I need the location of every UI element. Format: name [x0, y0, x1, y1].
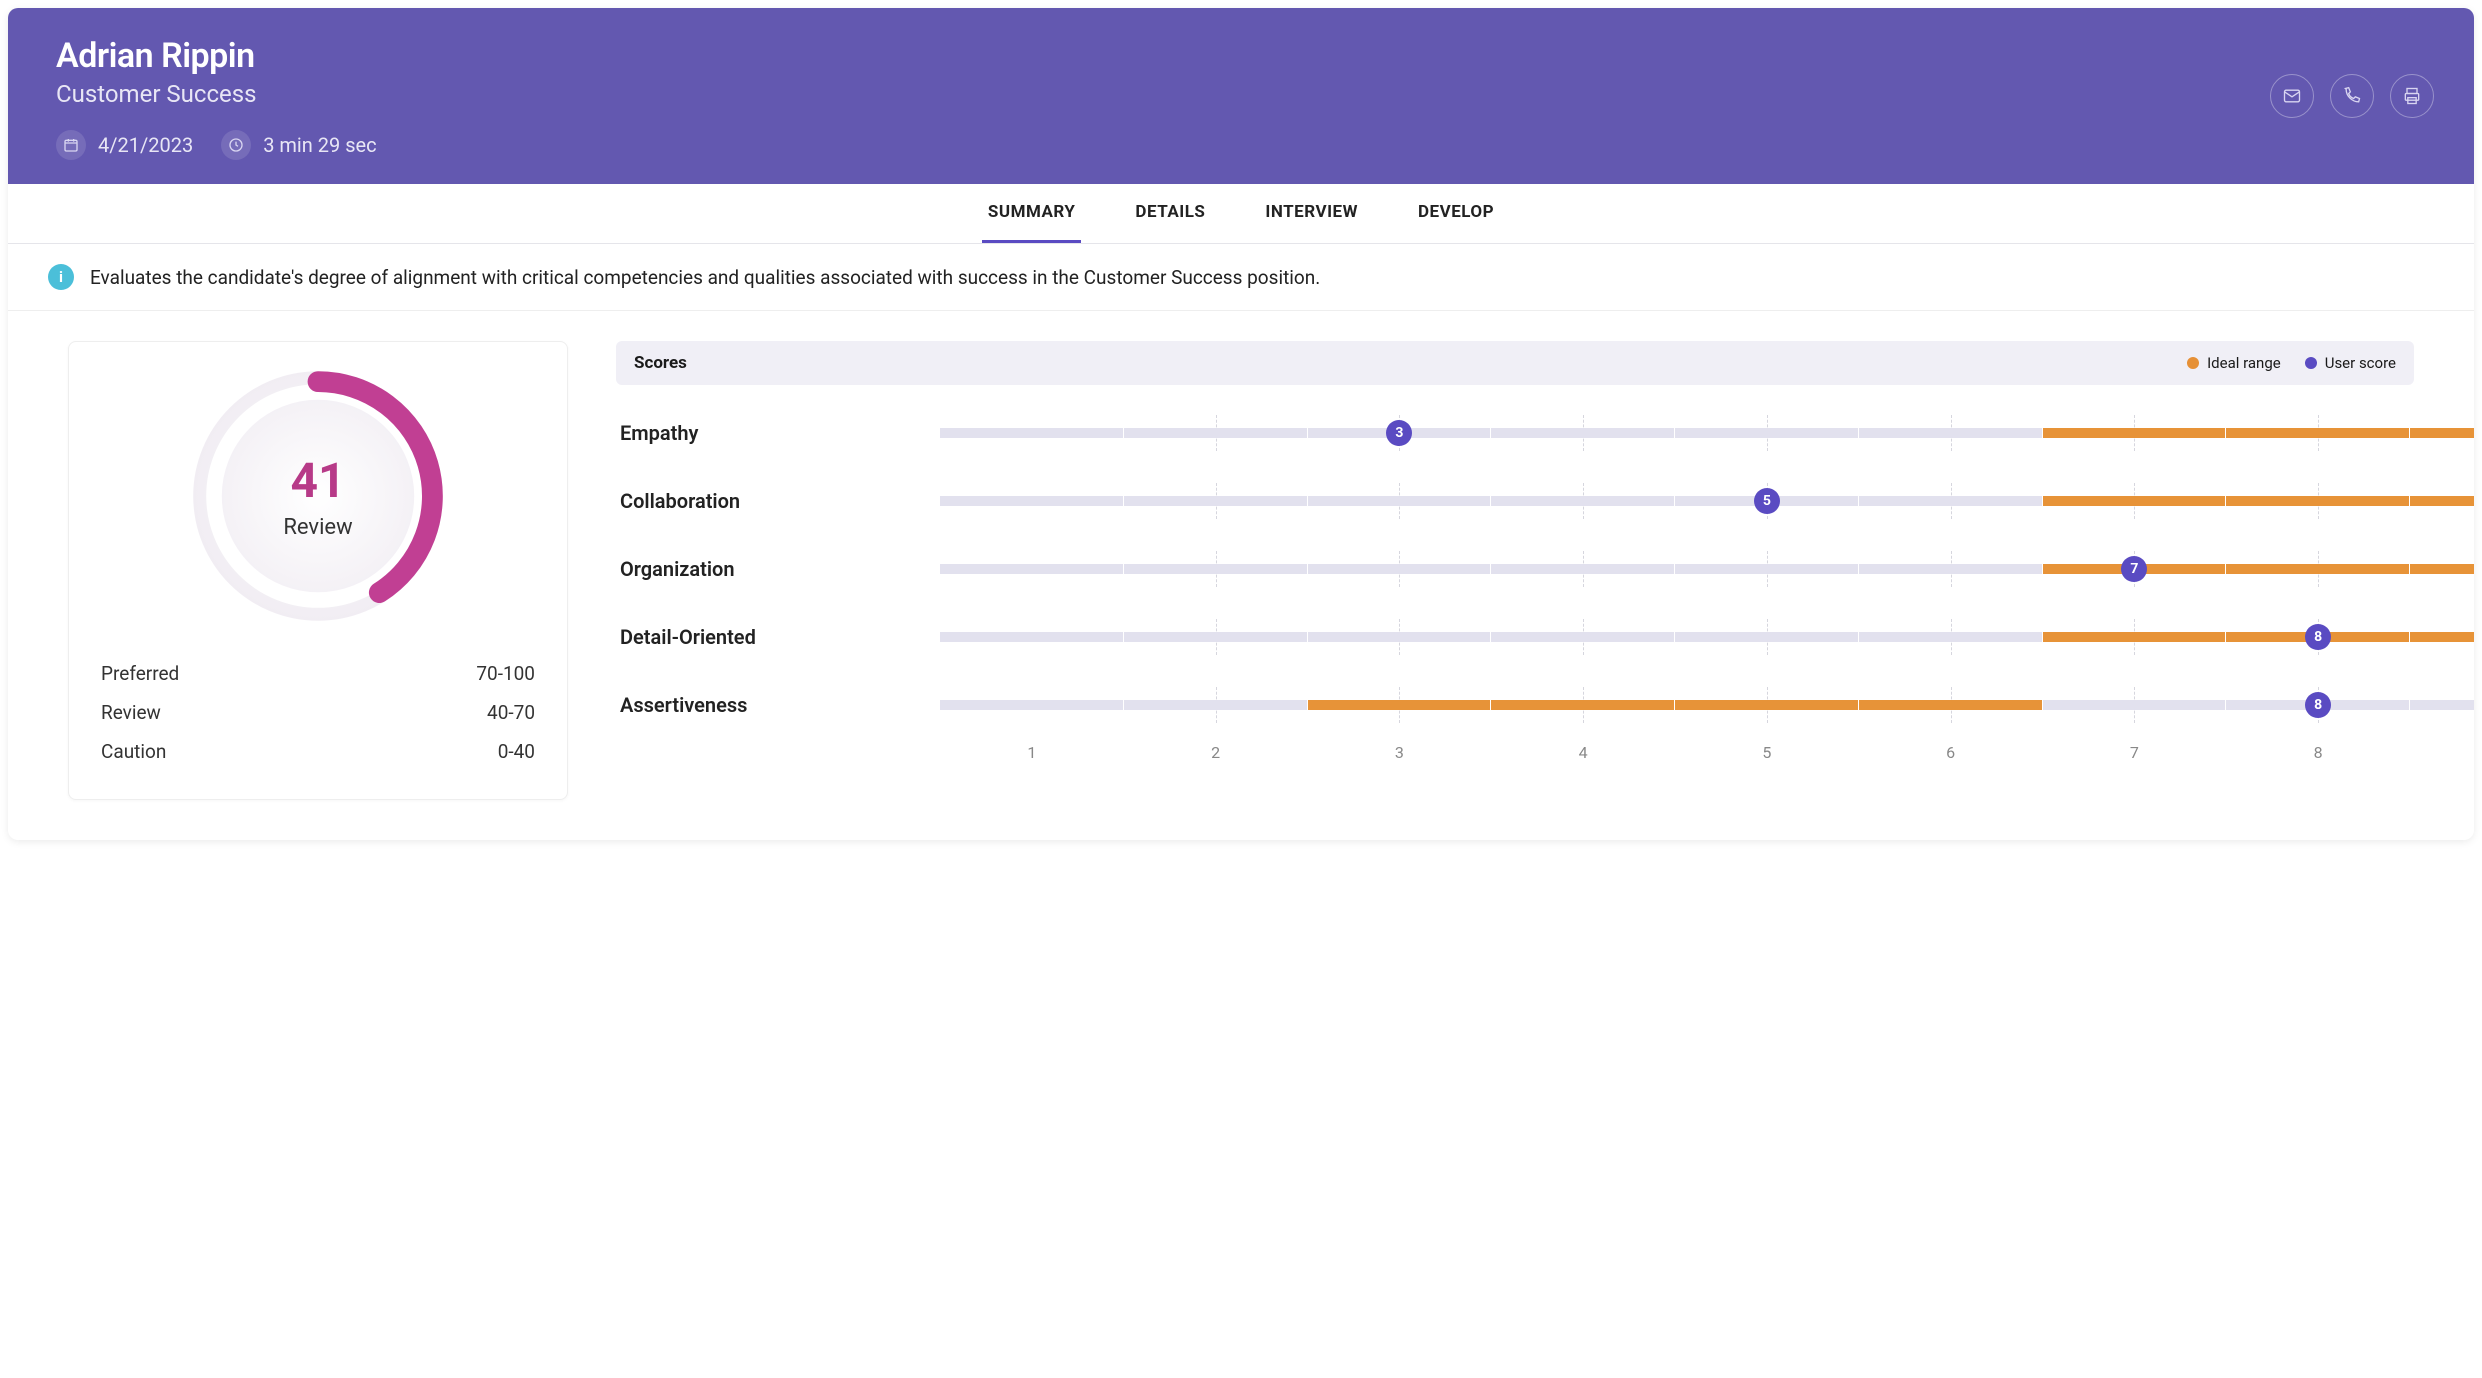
- gauge-card: 41 Review Preferred 70-100 Review 40-70 …: [68, 341, 568, 800]
- header: Adrian Rippin Customer Success 4/21/2023…: [8, 8, 2474, 184]
- score-track: 8: [940, 632, 2410, 642]
- score-row: Organization7: [620, 535, 2410, 603]
- score-label: Assertiveness: [620, 693, 940, 717]
- axis-tick: 8: [2314, 743, 2323, 762]
- score-label: Detail-Oriented: [620, 625, 940, 649]
- infobar: i Evaluates the candidate's degree of al…: [8, 244, 2474, 311]
- user-score-swatch: [2305, 357, 2317, 369]
- axis-tick: 7: [2130, 743, 2139, 762]
- score-label: Empathy: [620, 421, 940, 445]
- score-axis: 123456789: [940, 743, 2410, 767]
- score-gauge: 41 Review: [188, 366, 448, 626]
- axis-tick: 5: [1762, 743, 1771, 762]
- score-row: Assertiveness8: [620, 671, 2410, 739]
- score-rows: Empathy3Collaboration5Organization7Detai…: [616, 385, 2414, 789]
- header-meta: 4/21/2023 3 min 29 sec: [56, 130, 2426, 160]
- clock-icon: [221, 130, 251, 160]
- tab-details[interactable]: DETAILS: [1129, 184, 1211, 243]
- content: 41 Review Preferred 70-100 Review 40-70 …: [8, 311, 2474, 840]
- candidate-name: Adrian Rippin: [56, 36, 2426, 76]
- axis-tick: 4: [1579, 743, 1588, 762]
- score-track: 7: [940, 564, 2410, 574]
- user-score-marker: 8: [2305, 624, 2331, 650]
- phone-button[interactable]: [2330, 74, 2374, 118]
- email-button[interactable]: [2270, 74, 2314, 118]
- candidate-card: Adrian Rippin Customer Success 4/21/2023…: [8, 8, 2474, 840]
- candidate-role: Customer Success: [56, 80, 2426, 108]
- axis-tick: 2: [1211, 743, 1220, 762]
- info-icon: i: [48, 264, 74, 290]
- ideal-range-swatch: [2187, 357, 2199, 369]
- gauge-score: 41: [290, 452, 345, 509]
- scores-panel: Scores Ideal range User score Empathy3Co…: [616, 341, 2414, 800]
- user-score-marker: 7: [2121, 556, 2147, 582]
- user-score-marker: 5: [1754, 488, 1780, 514]
- score-row: Collaboration5: [620, 467, 2410, 535]
- duration-chip: 3 min 29 sec: [221, 130, 376, 160]
- tab-develop[interactable]: DEVELOP: [1412, 184, 1500, 243]
- user-score-marker: 3: [1386, 420, 1412, 446]
- score-axis-row: 123456789: [620, 739, 2410, 789]
- legend-row: Caution 0-40: [97, 732, 539, 771]
- axis-tick: 3: [1395, 743, 1404, 762]
- score-label: Organization: [620, 557, 940, 581]
- score-track: 5: [940, 496, 2410, 506]
- scores-legend: Ideal range User score: [2187, 354, 2396, 372]
- print-icon: [2402, 86, 2422, 106]
- gauge-legend: Preferred 70-100 Review 40-70 Caution 0-…: [97, 654, 539, 771]
- axis-tick: 1: [1027, 743, 1036, 762]
- score-track: 8: [940, 700, 2410, 710]
- phone-icon: [2342, 86, 2362, 106]
- duration-value: 3 min 29 sec: [263, 133, 376, 157]
- tab-interview[interactable]: INTERVIEW: [1259, 184, 1364, 243]
- scores-title: Scores: [634, 353, 687, 373]
- score-row: Empathy3: [620, 399, 2410, 467]
- date-value: 4/21/2023: [98, 133, 193, 157]
- email-icon: [2282, 86, 2302, 106]
- gauge-label: Review: [283, 515, 352, 540]
- scores-header: Scores Ideal range User score: [616, 341, 2414, 385]
- axis-tick: 6: [1946, 743, 1955, 762]
- score-row: Detail-Oriented8: [620, 603, 2410, 671]
- calendar-icon: [56, 130, 86, 160]
- date-chip: 4/21/2023: [56, 130, 193, 160]
- tabs: SUMMARY DETAILS INTERVIEW DEVELOP: [8, 184, 2474, 244]
- info-text: Evaluates the candidate's degree of alig…: [90, 266, 1320, 289]
- print-button[interactable]: [2390, 74, 2434, 118]
- score-track: 3: [940, 428, 2410, 438]
- user-score-marker: 8: [2305, 692, 2331, 718]
- legend-row: Review 40-70: [97, 693, 539, 732]
- legend-row: Preferred 70-100: [97, 654, 539, 693]
- tab-summary[interactable]: SUMMARY: [982, 184, 1082, 243]
- score-label: Collaboration: [620, 489, 940, 513]
- header-actions: [2270, 74, 2434, 118]
